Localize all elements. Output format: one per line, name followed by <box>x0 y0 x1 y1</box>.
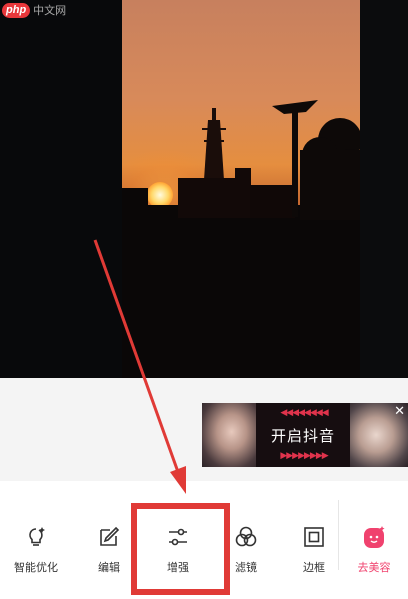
ad-banner[interactable]: ◀◀◀◀◀◀◀◀ 开启抖音 ▶▶▶▶▶▶▶▶ ✕ <box>202 403 408 467</box>
ad-arrows-top: ◀◀◀◀◀◀◀◀ <box>280 408 328 418</box>
tool-label: 去美容 <box>357 561 391 574</box>
frame-icon <box>304 527 324 547</box>
tool-frame[interactable]: 边框 <box>284 481 344 599</box>
tool-label: 编辑 <box>98 561 120 574</box>
ad-arrows-bottom: ▶▶▶▶▶▶▶▶ <box>280 451 328 461</box>
tool-label: 边框 <box>303 561 325 574</box>
annotation-highlight-box <box>131 503 230 595</box>
watermark-logo: php <box>2 2 31 18</box>
ad-photo-left <box>202 403 256 467</box>
ad-center: ◀◀◀◀◀◀◀◀ 开启抖音 ▶▶▶▶▶▶▶▶ <box>256 403 350 467</box>
tool-smart-optimize[interactable]: 智能优化 <box>6 481 66 599</box>
edit-icon <box>100 526 120 546</box>
close-icon[interactable]: ✕ <box>394 405 405 418</box>
watermark: php 中文网 <box>2 2 66 18</box>
bulb-sparkle-icon <box>29 527 45 546</box>
meirong-face-icon <box>364 526 385 548</box>
toolbar-divider <box>338 500 339 570</box>
tool-edit[interactable]: 编辑 <box>79 481 139 599</box>
watermark-text: 中文网 <box>33 4 67 17</box>
ad-title: 开启抖音 <box>270 427 335 445</box>
photo-preview: php 中文网 <box>0 0 408 378</box>
right-pillar <box>360 0 408 378</box>
tool-label: 智能优化 <box>14 561 58 574</box>
tool-go-meirong[interactable]: 去美容 <box>344 481 404 599</box>
left-pillar <box>0 0 122 378</box>
filter-circles-icon <box>235 526 257 547</box>
